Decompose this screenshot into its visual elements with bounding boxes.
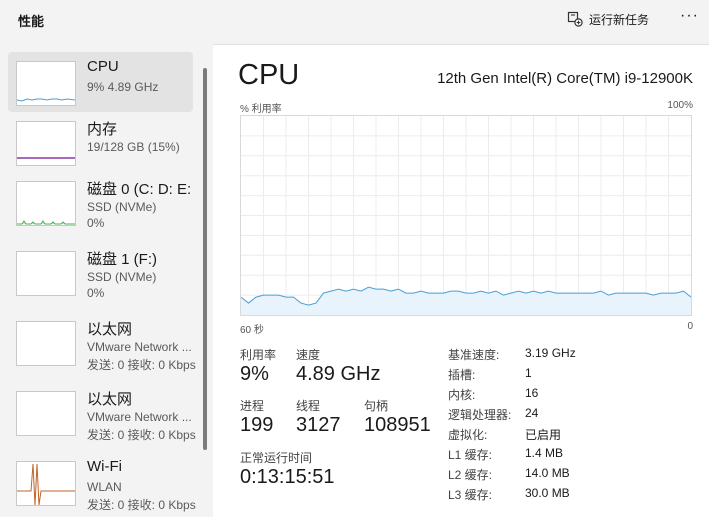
disk0-thumbnail-graph bbox=[16, 181, 76, 226]
sidebar-item-detail: SSD (NVMe) bbox=[87, 200, 157, 214]
sidebar-item-detail: 19/128 GB (15%) bbox=[87, 140, 180, 154]
spec-value: 1.4 MB bbox=[525, 446, 564, 460]
spec-value: 24 bbox=[525, 406, 539, 420]
sidebar-item-usage: 0% bbox=[87, 216, 105, 230]
sidebar-item-throughput: 发送: 0 接收: 0 Kbps bbox=[87, 498, 196, 512]
spec-label: 逻辑处理器: bbox=[448, 408, 512, 422]
sidebar-item-ethernet-1[interactable]: 以太网 VMware Network ... 发送: 0 接收: 0 Kbps bbox=[8, 312, 196, 372]
spec-label: 虚拟化: bbox=[448, 428, 488, 442]
sidebar-item-ethernet-2[interactable]: 以太网 VMware Network ... 发送: 0 接收: 0 Kbps bbox=[8, 382, 196, 442]
graph-x-right-label: 0 bbox=[687, 321, 693, 332]
sidebar-item-detail: VMware Network ... bbox=[87, 410, 192, 424]
spec-label: L2 缓存: bbox=[448, 468, 493, 482]
speed-label: 速度 bbox=[296, 348, 321, 362]
page-title: 性能 bbox=[18, 14, 45, 29]
memory-thumbnail-graph bbox=[16, 121, 76, 166]
sidebar-item-label: CPU bbox=[87, 58, 119, 75]
threads-label: 线程 bbox=[296, 399, 321, 413]
sidebar-item-detail: WLAN bbox=[87, 480, 122, 494]
threads-value: 3127 bbox=[296, 414, 341, 436]
spec-label: 基准速度: bbox=[448, 348, 500, 362]
cpu-utilization-chart bbox=[241, 116, 691, 315]
spec-value: 3.19 GHz bbox=[525, 346, 576, 360]
cpu-model-name: 12th Gen Intel(R) Core(TM) i9-12900K bbox=[437, 70, 693, 87]
handles-label: 句柄 bbox=[364, 399, 389, 413]
sidebar-item-usage: 0% bbox=[87, 286, 105, 300]
sidebar-item-wifi[interactable]: Wi-Fi WLAN 发送: 0 接收: 0 Kbps bbox=[8, 452, 196, 512]
graph-y-label: % 利用率 bbox=[240, 104, 282, 115]
graph-x-left-label: 60 秒 bbox=[240, 325, 264, 336]
wifi-thumbnail-line bbox=[17, 463, 75, 505]
more-options-button[interactable]: ··· bbox=[680, 7, 699, 25]
header: 性能 运行新任务 ··· bbox=[0, 0, 709, 44]
speed-value: 4.89 GHz bbox=[296, 363, 381, 385]
spec-label: 插槽: bbox=[448, 368, 476, 382]
spec-value: 1 bbox=[525, 366, 532, 380]
sidebar-item-detail: SSD (NVMe) bbox=[87, 270, 157, 284]
sidebar-item-throughput: 发送: 0 接收: 0 Kbps bbox=[87, 358, 196, 372]
graph-y-max-label: 100% bbox=[667, 100, 693, 111]
disk0-thumbnail-line bbox=[17, 220, 75, 225]
sidebar: CPU 9% 4.89 GHz 内存 19/128 GB (15%) 磁盘 0 … bbox=[0, 44, 213, 517]
uptime-label: 正常运行时间 bbox=[240, 451, 313, 465]
cpu-utilization-graph bbox=[240, 115, 692, 316]
sidebar-item-label: 磁盘 1 (F:) bbox=[87, 251, 157, 268]
cpu-detail-panel: CPU 12th Gen Intel(R) Core(TM) i9-12900K… bbox=[213, 44, 709, 517]
spec-value: 16 bbox=[525, 386, 539, 400]
cpu-heading: CPU bbox=[238, 59, 300, 91]
ethernet2-thumbnail-graph bbox=[16, 391, 76, 436]
sidebar-item-label: 以太网 bbox=[87, 321, 133, 338]
sidebar-item-disk-0[interactable]: 磁盘 0 (C: D: E: SSD (NVMe) 0% bbox=[8, 172, 193, 232]
uptime-value: 0:13:15:51 bbox=[240, 466, 335, 488]
spec-value: 30.0 MB bbox=[525, 486, 570, 500]
run-new-task-button[interactable]: 运行新任务 bbox=[567, 8, 649, 30]
sidebar-item-memory[interactable]: 内存 19/128 GB (15%) bbox=[8, 112, 193, 172]
spec-label: L1 缓存: bbox=[448, 448, 493, 462]
spec-value: 14.0 MB bbox=[525, 466, 570, 480]
sidebar-item-detail: 9% 4.89 GHz bbox=[87, 80, 159, 94]
cpu-thumbnail-line bbox=[17, 98, 75, 102]
sidebar-item-label: 内存 bbox=[87, 121, 118, 138]
run-task-icon bbox=[567, 11, 583, 27]
run-task-label: 运行新任务 bbox=[589, 12, 650, 27]
sidebar-item-throughput: 发送: 0 接收: 0 Kbps bbox=[87, 428, 196, 442]
spec-label: L3 缓存: bbox=[448, 488, 493, 502]
sidebar-item-label: Wi-Fi bbox=[87, 458, 122, 475]
wifi-thumbnail-graph bbox=[16, 461, 76, 506]
utilization-value: 9% bbox=[240, 363, 269, 385]
sidebar-item-cpu[interactable]: CPU 9% 4.89 GHz bbox=[8, 52, 193, 112]
disk1-thumbnail-graph bbox=[16, 251, 76, 296]
spec-value: 已启用 bbox=[525, 428, 562, 442]
spec-label: 内核: bbox=[448, 388, 476, 402]
sidebar-item-detail: VMware Network ... bbox=[87, 340, 192, 354]
sidebar-item-label: 以太网 bbox=[87, 391, 133, 408]
sidebar-item-disk-1[interactable]: 磁盘 1 (F:) SSD (NVMe) 0% bbox=[8, 242, 193, 302]
cpu-thumbnail-graph bbox=[16, 61, 76, 106]
handles-value: 108951 bbox=[364, 414, 431, 436]
ethernet1-thumbnail-graph bbox=[16, 321, 76, 366]
sidebar-scrollbar[interactable] bbox=[203, 68, 207, 450]
processes-label: 进程 bbox=[240, 399, 265, 413]
utilization-label: 利用率 bbox=[240, 348, 277, 362]
sidebar-item-label: 磁盘 0 (C: D: E: bbox=[87, 181, 192, 198]
processes-value: 199 bbox=[240, 414, 274, 436]
